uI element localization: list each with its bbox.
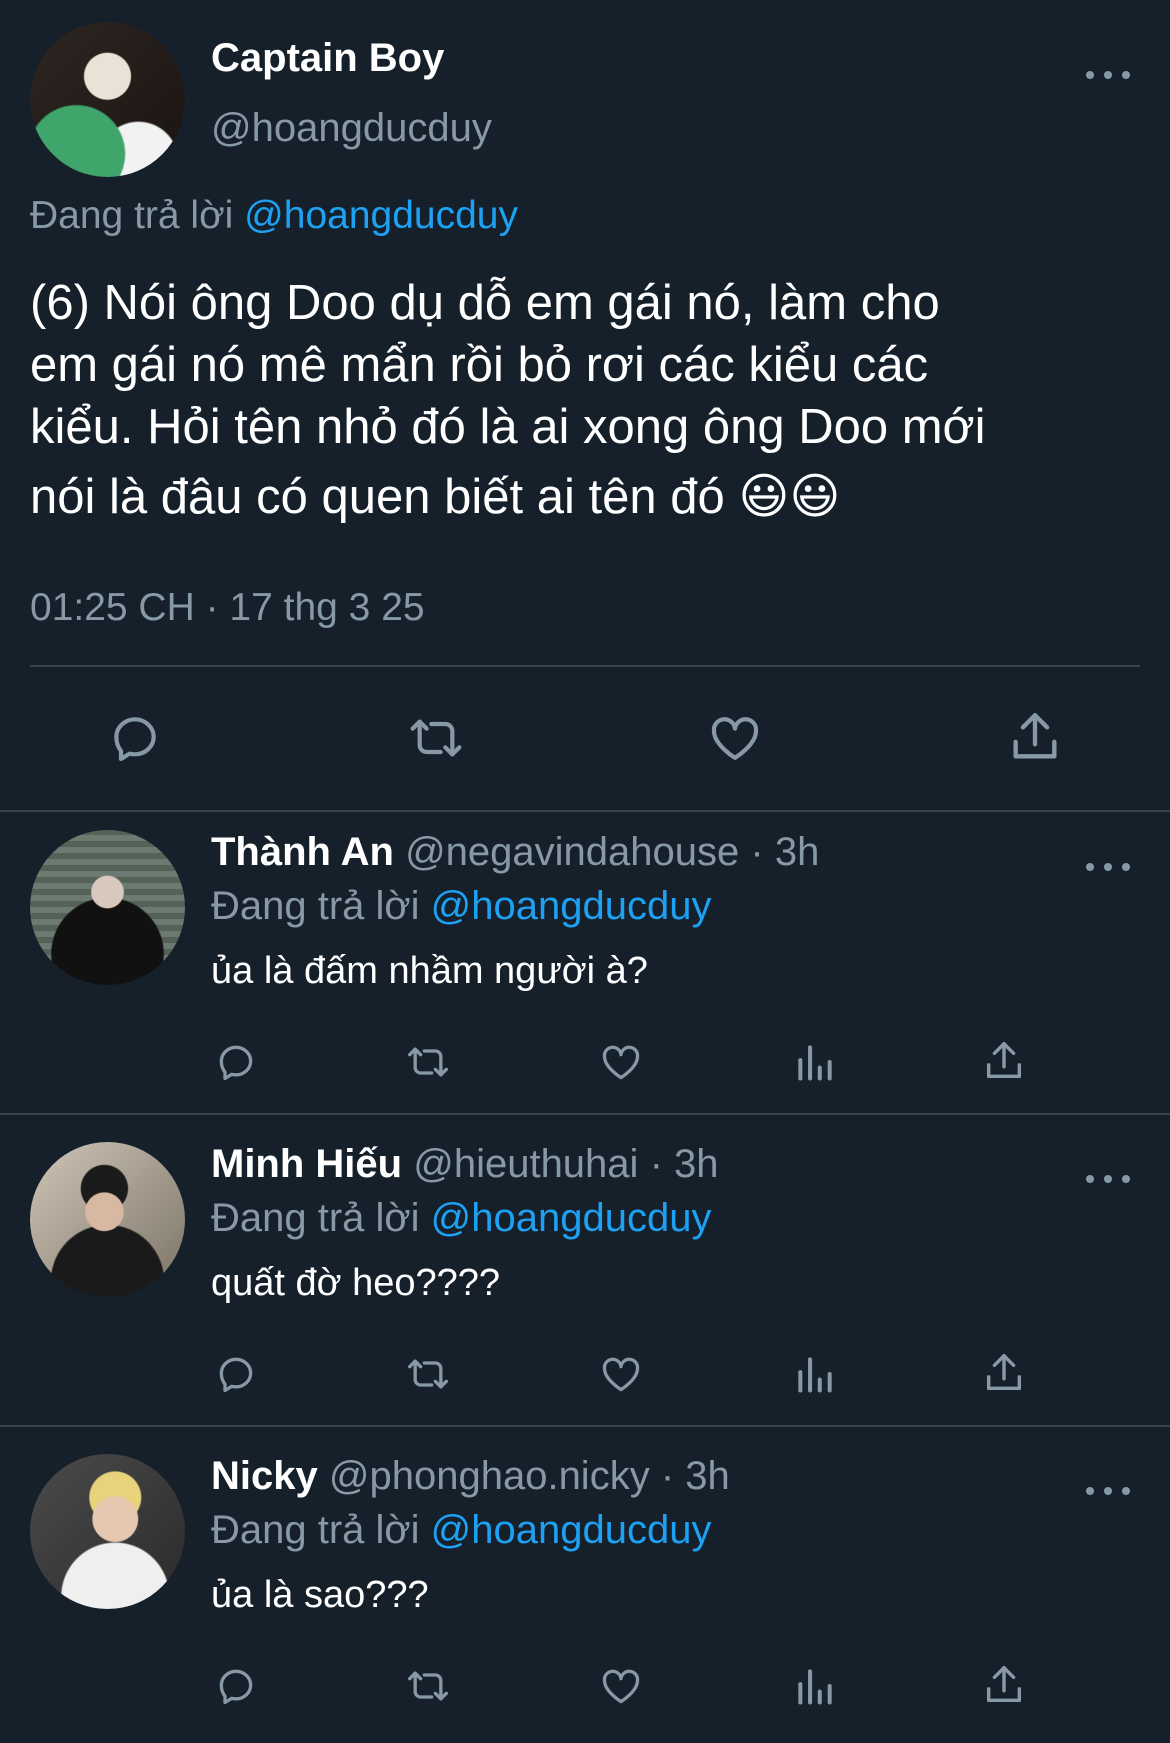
display-name[interactable]: Minh Hiếu [211,1142,402,1186]
share-icon [986,1666,1022,1703]
retweet-icon [408,1047,448,1077]
replying-to: Đang trả lời @hoangducduy [211,884,712,929]
mention-link[interactable]: @hoangducduy [244,194,518,237]
display-name[interactable]: Nicky [211,1454,318,1498]
retweet-button[interactable] [398,1350,458,1398]
divider [0,1425,1170,1427]
retweet-icon [408,1359,448,1389]
mention-link[interactable]: @hoangducduy [431,884,712,928]
avatar[interactable] [30,1454,185,1609]
tweet-line: kiểu. Hỏi tên nhỏ đó là ai xong ông Doo … [30,400,986,454]
handle[interactable]: @hoangducduy [211,106,492,151]
tweet-line: (6) Nói ông Doo dụ dỗ em gái nó, làm cho [30,276,940,330]
reply-icon [219,1357,253,1393]
like-icon [602,1669,640,1704]
reply-button[interactable] [100,708,170,768]
tweet-text: ủa là đấm nhầm người à? [211,950,648,992]
author-line: Nicky @phonghao.nicky · 3h [211,1454,730,1499]
main-tweet: Captain Boy @hoangducduy Đang trả lời @h… [0,0,1170,812]
like-button[interactable] [595,1038,647,1086]
more-options-icon[interactable] [1086,857,1130,877]
analytics-button[interactable] [789,1662,841,1710]
share-icon [986,1354,1022,1391]
avatar[interactable] [30,1142,185,1297]
handle[interactable]: @phonghao.nicky [329,1454,650,1498]
post-time[interactable]: · 3h [650,1142,719,1186]
reply-button[interactable] [210,1662,262,1710]
post-time[interactable]: · 3h [750,830,819,874]
share-button[interactable] [978,1036,1030,1086]
divider [0,1113,1170,1115]
tweet-text: (6) Nói ông Doo dụ dỗ em gái nó, làm cho… [30,272,986,528]
like-icon [711,717,759,760]
reply-button[interactable] [210,1038,262,1086]
more-options-icon[interactable] [1086,1169,1130,1189]
share-icon [1013,713,1057,759]
tweet-text: quất đờ heo???? [211,1262,501,1304]
tweet-text: ủa là sao??? [211,1574,429,1616]
reply-prefix: Đang trả lời [211,884,420,928]
avatar[interactable] [30,22,185,177]
display-name[interactable]: Captain Boy [211,36,444,81]
mention-link[interactable]: @hoangducduy [431,1508,712,1552]
analytics-button[interactable] [789,1038,841,1086]
analytics-button[interactable] [789,1350,841,1398]
analytics-icon [798,1669,832,1705]
display-name[interactable]: Thành An [211,830,394,874]
retweet-icon [410,719,462,757]
replying-to: Đang trả lời @hoangducduy [211,1508,712,1553]
reply-icon [219,1045,253,1081]
handle[interactable]: @hieuthuhai [413,1142,638,1186]
retweet-button[interactable] [398,1038,458,1086]
mention-link[interactable]: @hoangducduy [431,1196,712,1240]
post-time[interactable]: · 3h [661,1454,730,1498]
more-options-icon[interactable] [1086,65,1130,85]
share-button[interactable] [978,1348,1030,1398]
timestamp[interactable]: 01:25 CH · 17 thg 3 25 [30,586,425,630]
analytics-icon [798,1357,832,1393]
tweet-line: em gái nó mê mẩn rồi bỏ rơi các kiểu các [30,338,929,392]
share-button[interactable] [978,1660,1030,1710]
more-options-icon[interactable] [1086,1481,1130,1501]
like-button[interactable] [700,708,770,768]
divider [30,665,1140,667]
like-button[interactable] [595,1662,647,1710]
author-line: Thành An @negavindahouse · 3h [211,830,819,875]
like-button[interactable] [595,1350,647,1398]
reply-icon [114,717,156,762]
tweet-line: nói là đâu có quen biết ai tên đó 😃😃 [30,470,841,524]
share-button[interactable] [1000,706,1070,768]
retweet-icon [408,1671,448,1701]
reply-tweet[interactable]: Minh Hiếu @hieuthuhai · 3h Đang trả lời … [0,1124,1170,1427]
analytics-icon [798,1045,832,1081]
reply-tweet[interactable]: Nicky @phonghao.nicky · 3h Đang trả lời … [0,1436,1170,1743]
reply-prefix: Đang trả lời [211,1508,420,1552]
reply-icon [219,1669,253,1705]
replying-to: Đang trả lời @hoangducduy [30,194,518,238]
reply-tweet[interactable]: Thành An @negavindahouse · 3h Đang trả l… [0,812,1170,1115]
reply-prefix: Đang trả lời [211,1196,420,1240]
reply-prefix: Đang trả lời [30,194,234,237]
reply-button[interactable] [210,1350,262,1398]
like-icon [602,1357,640,1392]
replying-to: Đang trả lời @hoangducduy [211,1196,712,1241]
author-line: Minh Hiếu @hieuthuhai · 3h [211,1142,719,1187]
retweet-button[interactable] [398,708,474,768]
avatar[interactable] [30,830,185,985]
handle[interactable]: @negavindahouse [405,830,739,874]
like-icon [602,1045,640,1080]
share-icon [986,1042,1022,1079]
retweet-button[interactable] [398,1662,458,1710]
